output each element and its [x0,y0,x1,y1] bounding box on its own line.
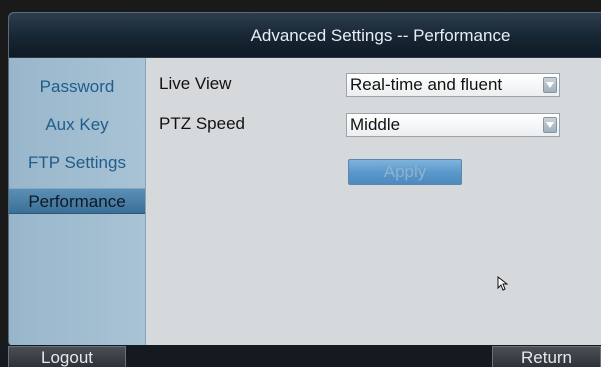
chevron-down-icon[interactable] [543,117,557,133]
ptz-speed-select[interactable]: Middle [346,113,560,137]
page-title: Advanced Settings -- Performance [250,26,511,45]
live-view-label: Live View [159,74,232,93]
ptz-speed-label: PTZ Speed [159,114,245,133]
chevron-down-icon[interactable] [543,77,557,93]
return-button[interactable]: Return [492,346,601,367]
sidebar-item-aux-key[interactable]: Aux Key [9,112,145,138]
sidebar-item-ftp-settings[interactable]: FTP Settings [9,150,145,176]
settings-window: Advanced Settings -- Performance Passwor… [8,12,601,347]
apply-button[interactable]: Apply [348,159,462,185]
mouse-cursor-icon [497,275,509,297]
live-view-select[interactable]: Real-time and fluent [346,73,560,97]
sidebar-item-password[interactable]: Password [9,74,145,100]
sidebar: Password Aux Key FTP Settings Performanc… [9,58,146,346]
live-view-value: Real-time and fluent [350,75,503,94]
ptz-speed-value: Middle [350,115,401,134]
sidebar-item-performance[interactable]: Performance [9,188,145,214]
title-bar: Advanced Settings -- Performance [9,13,601,58]
settings-content: Live View Real-time and fluent PTZ Speed… [146,58,601,346]
logout-button[interactable]: Logout [8,346,126,367]
